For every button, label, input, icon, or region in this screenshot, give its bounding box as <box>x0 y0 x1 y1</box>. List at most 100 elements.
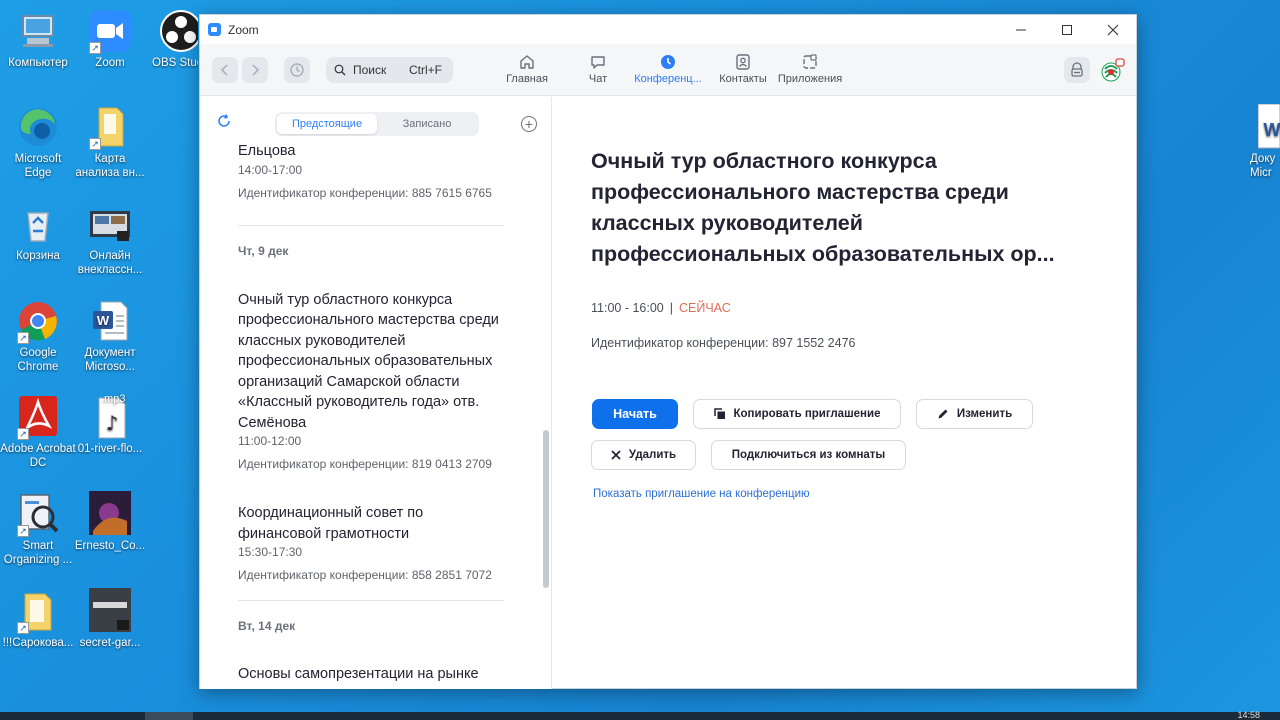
shortcut-arrow-icon: ↗ <box>17 525 29 537</box>
show-invitation-link[interactable]: Показать приглашение на конференцию <box>593 488 810 500</box>
back-button[interactable] <box>212 57 238 83</box>
history-icon <box>290 63 304 77</box>
desktop-icon-acrobat[interactable]: ↗ Adobe Acrobat DC <box>0 394 76 470</box>
day-header: Чт, 9 дек <box>238 243 289 258</box>
whiteboard-button[interactable] <box>1064 57 1090 83</box>
desktop-icon-edge[interactable]: Microsoft Edge <box>0 104 76 180</box>
close-button[interactable] <box>1090 15 1136 44</box>
word-doc-icon: W <box>87 298 133 344</box>
minimize-icon <box>1016 29 1026 30</box>
shortcut-arrow-icon: ↗ <box>17 622 29 634</box>
taskbar-active-app[interactable] <box>145 712 193 720</box>
chrome-icon: ↗ <box>15 298 61 344</box>
list-item[interactable]: Ельцова 14:00-17:00 Идентификатор конфер… <box>238 141 508 201</box>
search-placeholder: Поиск <box>353 63 387 77</box>
svg-text:W: W <box>97 313 110 328</box>
shortcut-arrow-icon: ↗ <box>89 138 101 150</box>
home-icon <box>497 53 557 71</box>
desktop-icon-online-video[interactable]: Онлайн внеклассн... <box>72 201 148 277</box>
history-button[interactable] <box>284 57 310 83</box>
desktop-icon-word-doc-right[interactable]: W Доку Micr <box>1250 104 1280 180</box>
desktop-icon-folder-karta[interactable]: ↗ Карта анализа вн... <box>72 104 148 180</box>
refresh-icon[interactable] <box>216 113 232 129</box>
window-title: Zoom <box>228 22 259 37</box>
tab-chat[interactable]: Чат <box>568 53 628 89</box>
meeting-detail-id: Идентификатор конференции: 897 1552 2476 <box>591 336 856 350</box>
profile-avatar[interactable] <box>1100 57 1126 83</box>
segment-recorded[interactable]: Записано <box>377 114 477 134</box>
maximize-icon <box>1062 24 1072 35</box>
lock-icon <box>1071 62 1083 77</box>
folder-icon: ↗ <box>15 588 61 634</box>
desktop-icon-word-doc[interactable]: W Документ Microso... <box>72 298 148 374</box>
zoom-logo-icon <box>208 23 221 36</box>
meeting-detail-title: Очный тур областного конкурса профессион… <box>591 149 1055 266</box>
zoom-window: Zoom Поиск Ctrl+F Главная Чат Конференц.… <box>199 14 1137 689</box>
svg-text:♪: ♪ <box>106 411 119 435</box>
meetings-list: Ельцова 14:00-17:00 Идентификатор конфер… <box>238 141 508 685</box>
list-divider <box>238 600 504 601</box>
shortcut-arrow-icon: ↗ <box>17 428 29 440</box>
join-from-room-button[interactable]: Подключиться из комнаты <box>711 440 906 470</box>
taskbar: 14:58 <box>0 710 1280 720</box>
apps-icon <box>774 53 846 71</box>
meetings-list-scrollbar[interactable] <box>543 430 549 588</box>
close-icon <box>611 450 621 460</box>
meetings-segment-control: Предстоящие Записано <box>275 112 479 136</box>
chevron-left-icon <box>220 64 228 76</box>
search-icon <box>334 64 346 76</box>
desktop-icon-computer[interactable]: Компьютер <box>0 8 76 70</box>
desktop-icon-smart-organizing[interactable]: ↗ Smart Organizing ... <box>0 491 76 567</box>
avatar-icon <box>1101 58 1125 82</box>
maximize-button[interactable] <box>1044 15 1090 44</box>
pencil-icon <box>937 408 949 420</box>
meeting-detail-time: 11:00 - 16:00 | СЕЙЧАС <box>591 301 731 315</box>
edit-button[interactable]: Изменить <box>916 399 1033 429</box>
computer-icon <box>15 8 61 54</box>
search-input[interactable]: Поиск Ctrl+F <box>326 57 453 83</box>
desktop-icon-secret-garden[interactable]: secret-gar... <box>72 588 148 650</box>
copy-icon <box>713 408 726 420</box>
smart-organizing-icon: ↗ <box>15 491 61 537</box>
tab-apps[interactable]: Приложения <box>774 53 846 89</box>
image-file-icon <box>87 491 133 537</box>
tab-contacts[interactable]: Контакты <box>710 53 776 89</box>
list-divider <box>238 224 504 226</box>
desktop-icon-recycle-bin[interactable]: Корзина <box>0 201 76 263</box>
edge-icon <box>15 104 61 150</box>
list-item[interactable]: Очный тур областного конкурса профессион… <box>238 290 508 473</box>
desktop-icon-obs[interactable]: OBS Stud <box>152 8 198 70</box>
window-titlebar[interactable]: Zoom <box>200 15 1136 44</box>
add-meeting-icon[interactable]: + <box>521 116 537 132</box>
main-toolbar: Поиск Ctrl+F Главная Чат Конференц... Ко… <box>200 44 1136 96</box>
desktop-icon-chrome[interactable]: ↗ Google Chrome <box>0 298 76 374</box>
acrobat-icon: ↗ <box>15 394 61 440</box>
video-file-icon <box>87 201 133 247</box>
chevron-right-icon <box>252 64 260 76</box>
minimize-button[interactable] <box>998 15 1044 44</box>
list-item[interactable]: Координационный совет по финансовой грам… <box>238 503 508 583</box>
meetings-list-header: Предстоящие Записано + <box>200 97 551 141</box>
desktop-icon-mp3[interactable]: ♪ .mp3 01-river-flo... <box>72 393 148 456</box>
zoom-icon: ↗ <box>87 8 133 54</box>
mp3-file-icon: ♪ .mp3 <box>87 393 133 440</box>
start-button[interactable]: Начать <box>592 399 678 429</box>
search-shortcut: Ctrl+F <box>409 63 442 77</box>
svg-text:W: W <box>1264 120 1280 140</box>
list-item[interactable]: Основы самопрезентации на рынке <box>238 664 508 685</box>
recycle-bin-icon <box>15 201 61 247</box>
meeting-detail-panel: Очный тур областного конкурса профессион… <box>553 97 1137 689</box>
tab-meetings[interactable]: Конференц... <box>630 53 706 89</box>
taskbar-clock[interactable]: 14:58 <box>1237 710 1260 720</box>
desktop-icon-ernesto[interactable]: Ernesto_Co... <box>72 491 148 553</box>
segment-upcoming[interactable]: Предстоящие <box>277 114 377 134</box>
desktop-icon-zoom[interactable]: ↗ Zoom <box>72 8 148 70</box>
video-file-icon <box>87 588 133 634</box>
forward-button[interactable] <box>242 57 268 83</box>
close-icon <box>1107 24 1119 35</box>
delete-button[interactable]: Удалить <box>591 440 696 470</box>
tab-home[interactable]: Главная <box>497 53 557 89</box>
desktop-icon-folder-sarokova[interactable]: ↗ !!!Сарокова... <box>0 588 76 650</box>
day-header: Вт, 14 дек <box>238 619 296 633</box>
copy-invitation-button[interactable]: Копировать приглашение <box>693 399 901 429</box>
